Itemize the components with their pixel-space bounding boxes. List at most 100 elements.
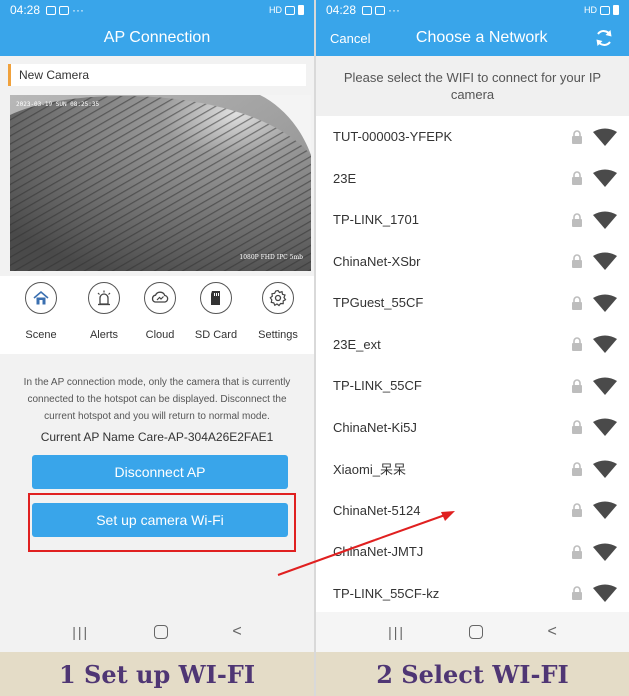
ap-info-section: In the AP connection mode, only the came… [0, 362, 314, 618]
status-right: HD [269, 5, 304, 15]
wifi-network-name: 23E_ext [333, 336, 381, 352]
camera-timestamp: 2023-03-19 SUN 08:25:35 [16, 101, 100, 108]
step-caption-2: 2 Select WI-FI [316, 652, 629, 696]
app-header: AP Connection [0, 20, 314, 56]
wifi-network-list: TUT-000003-YFEPK 23E TP-LINK_1701 ChinaNet-… [316, 116, 629, 614]
wifi-signal-icon [593, 169, 617, 188]
signal-icon [600, 5, 610, 15]
camera-toolbar: Scene Alerts Cloud SD Card Settings [0, 276, 314, 354]
lock-icon [572, 296, 582, 310]
alerts-button[interactable]: Alerts [74, 282, 134, 341]
signal-icon [285, 5, 295, 15]
refresh-icon[interactable] [593, 27, 615, 49]
alarm-icon [88, 282, 120, 314]
wifi-network-row[interactable]: TUT-000003-YFEPK [316, 116, 629, 158]
lock-icon [572, 545, 582, 559]
recent-apps-button[interactable]: ||| [388, 624, 405, 640]
status-bar: 04:28 ··· HD [0, 0, 314, 20]
cloud-icon [144, 282, 176, 314]
home-button[interactable] [469, 625, 484, 639]
current-ap-name: Current AP Name Care-AP-304A26E2FAE1 [40, 430, 274, 444]
status-right: HD [584, 5, 619, 15]
gear-icon [262, 282, 294, 314]
home-button[interactable] [153, 625, 168, 639]
camera-feed-image [10, 95, 311, 271]
lock-icon [572, 420, 582, 435]
battery-icon [298, 5, 304, 15]
camera-preview[interactable]: 2023-03-19 SUN 08:25:35 1080P FHD IPC 5m… [10, 95, 311, 271]
wifi-signal-icon [593, 252, 617, 271]
wifi-network-name: ChinaNet-JMTJ [333, 544, 424, 560]
settings-button[interactable]: Settings [248, 282, 308, 341]
wifi-network-name: Xiaomi_呆呆 [333, 462, 406, 478]
wifi-network-row[interactable]: TP-LINK_55CF-kz [316, 573, 629, 615]
battery-icon [613, 5, 619, 15]
ap-connection-screen: 04:28 ··· HD AP Connection New Camera 20… [0, 0, 314, 696]
wifi-network-row[interactable]: ChinaNet-XSbr [316, 241, 629, 283]
hd-indicator: HD [269, 5, 282, 15]
select-wifi-prompt: Please select the WIFI to connect for yo… [316, 56, 629, 116]
android-nav-bar: ||| < [0, 612, 314, 652]
wifi-signal-icon [593, 294, 617, 312]
camera-name-row[interactable]: New Camera [8, 64, 306, 86]
wifi-status-icon [375, 5, 386, 15]
wifi-network-name: TUT-000003-YFEPK [333, 129, 453, 145]
status-time: 04:28 [10, 3, 41, 17]
sd-card-icon [200, 282, 232, 314]
scene-label: Scene [25, 329, 57, 341]
lock-icon [572, 586, 582, 601]
lock-icon [572, 503, 582, 518]
hd-indicator: HD [584, 5, 597, 15]
status-more: ··· [388, 3, 401, 17]
choose-network-screen: 04:28 ··· HD Cancel Choose a Network Ple… [316, 0, 629, 696]
settings-label: Settings [258, 329, 298, 341]
wifi-network-row[interactable]: 23E [316, 158, 629, 200]
cloud-button[interactable]: Cloud [130, 282, 190, 341]
wifi-network-row[interactable]: 23E_ext [316, 324, 629, 366]
wifi-network-row[interactable]: TPGuest_55CF [316, 282, 629, 324]
camera-name: New Camera [19, 68, 90, 82]
wifi-signal-icon [593, 584, 617, 603]
wifi-network-name: ChinaNet-Ki5J [333, 419, 417, 435]
wifi-signal-icon [593, 543, 617, 561]
wifi-network-name: 23E [333, 170, 357, 186]
wifi-signal-icon [593, 377, 617, 395]
alerts-label: Alerts [89, 329, 119, 341]
lock-icon [572, 213, 582, 227]
wifi-signal-icon [593, 128, 617, 146]
app-header: Cancel Choose a Network [316, 20, 629, 56]
wifi-network-name: ChinaNet-XSbr [333, 253, 421, 269]
wifi-network-row[interactable]: TP-LINK_1701 [316, 199, 629, 241]
cancel-button[interactable]: Cancel [330, 31, 370, 46]
status-icons: ··· [46, 3, 84, 17]
sd-card-button[interactable]: SD Card [186, 282, 246, 341]
scene-icon [25, 282, 57, 314]
disconnect-ap-button[interactable]: Disconnect AP [32, 455, 288, 489]
wifi-network-row[interactable]: Xiaomi_呆呆 [316, 448, 629, 490]
wifi-network-row[interactable]: ChinaNet-5124 [316, 490, 629, 532]
back-button[interactable]: < [232, 623, 241, 641]
image-status-icon [362, 5, 373, 15]
page-title: Choose a Network [415, 29, 548, 46]
status-more: ··· [72, 3, 85, 17]
lock-icon [572, 379, 582, 393]
status-bar: 04:28 ··· HD [316, 0, 629, 20]
wifi-network-name: TP-LINK_55CF [333, 378, 422, 394]
lock-icon [572, 130, 582, 144]
recent-apps-button[interactable]: ||| [72, 624, 89, 640]
back-button[interactable]: < [548, 623, 557, 641]
page-title: AP Connection [103, 29, 211, 46]
status-icons: ··· [362, 3, 400, 17]
lock-icon [572, 337, 582, 352]
wifi-network-row[interactable]: TP-LINK_55CF [316, 365, 629, 407]
wifi-network-row[interactable]: ChinaNet-JMTJ [316, 531, 629, 573]
wifi-signal-icon [593, 501, 617, 520]
wifi-network-name: ChinaNet-5124 [333, 502, 421, 518]
sd-card-label: SD Card [194, 329, 238, 341]
cloud-label: Cloud [145, 329, 175, 341]
scene-button[interactable]: Scene [11, 282, 71, 341]
wifi-network-row[interactable]: ChinaNet-Ki5J [316, 407, 629, 449]
wifi-signal-icon [593, 460, 617, 478]
wifi-network-name: TP-LINK_1701 [333, 212, 419, 228]
lock-icon [572, 462, 582, 476]
